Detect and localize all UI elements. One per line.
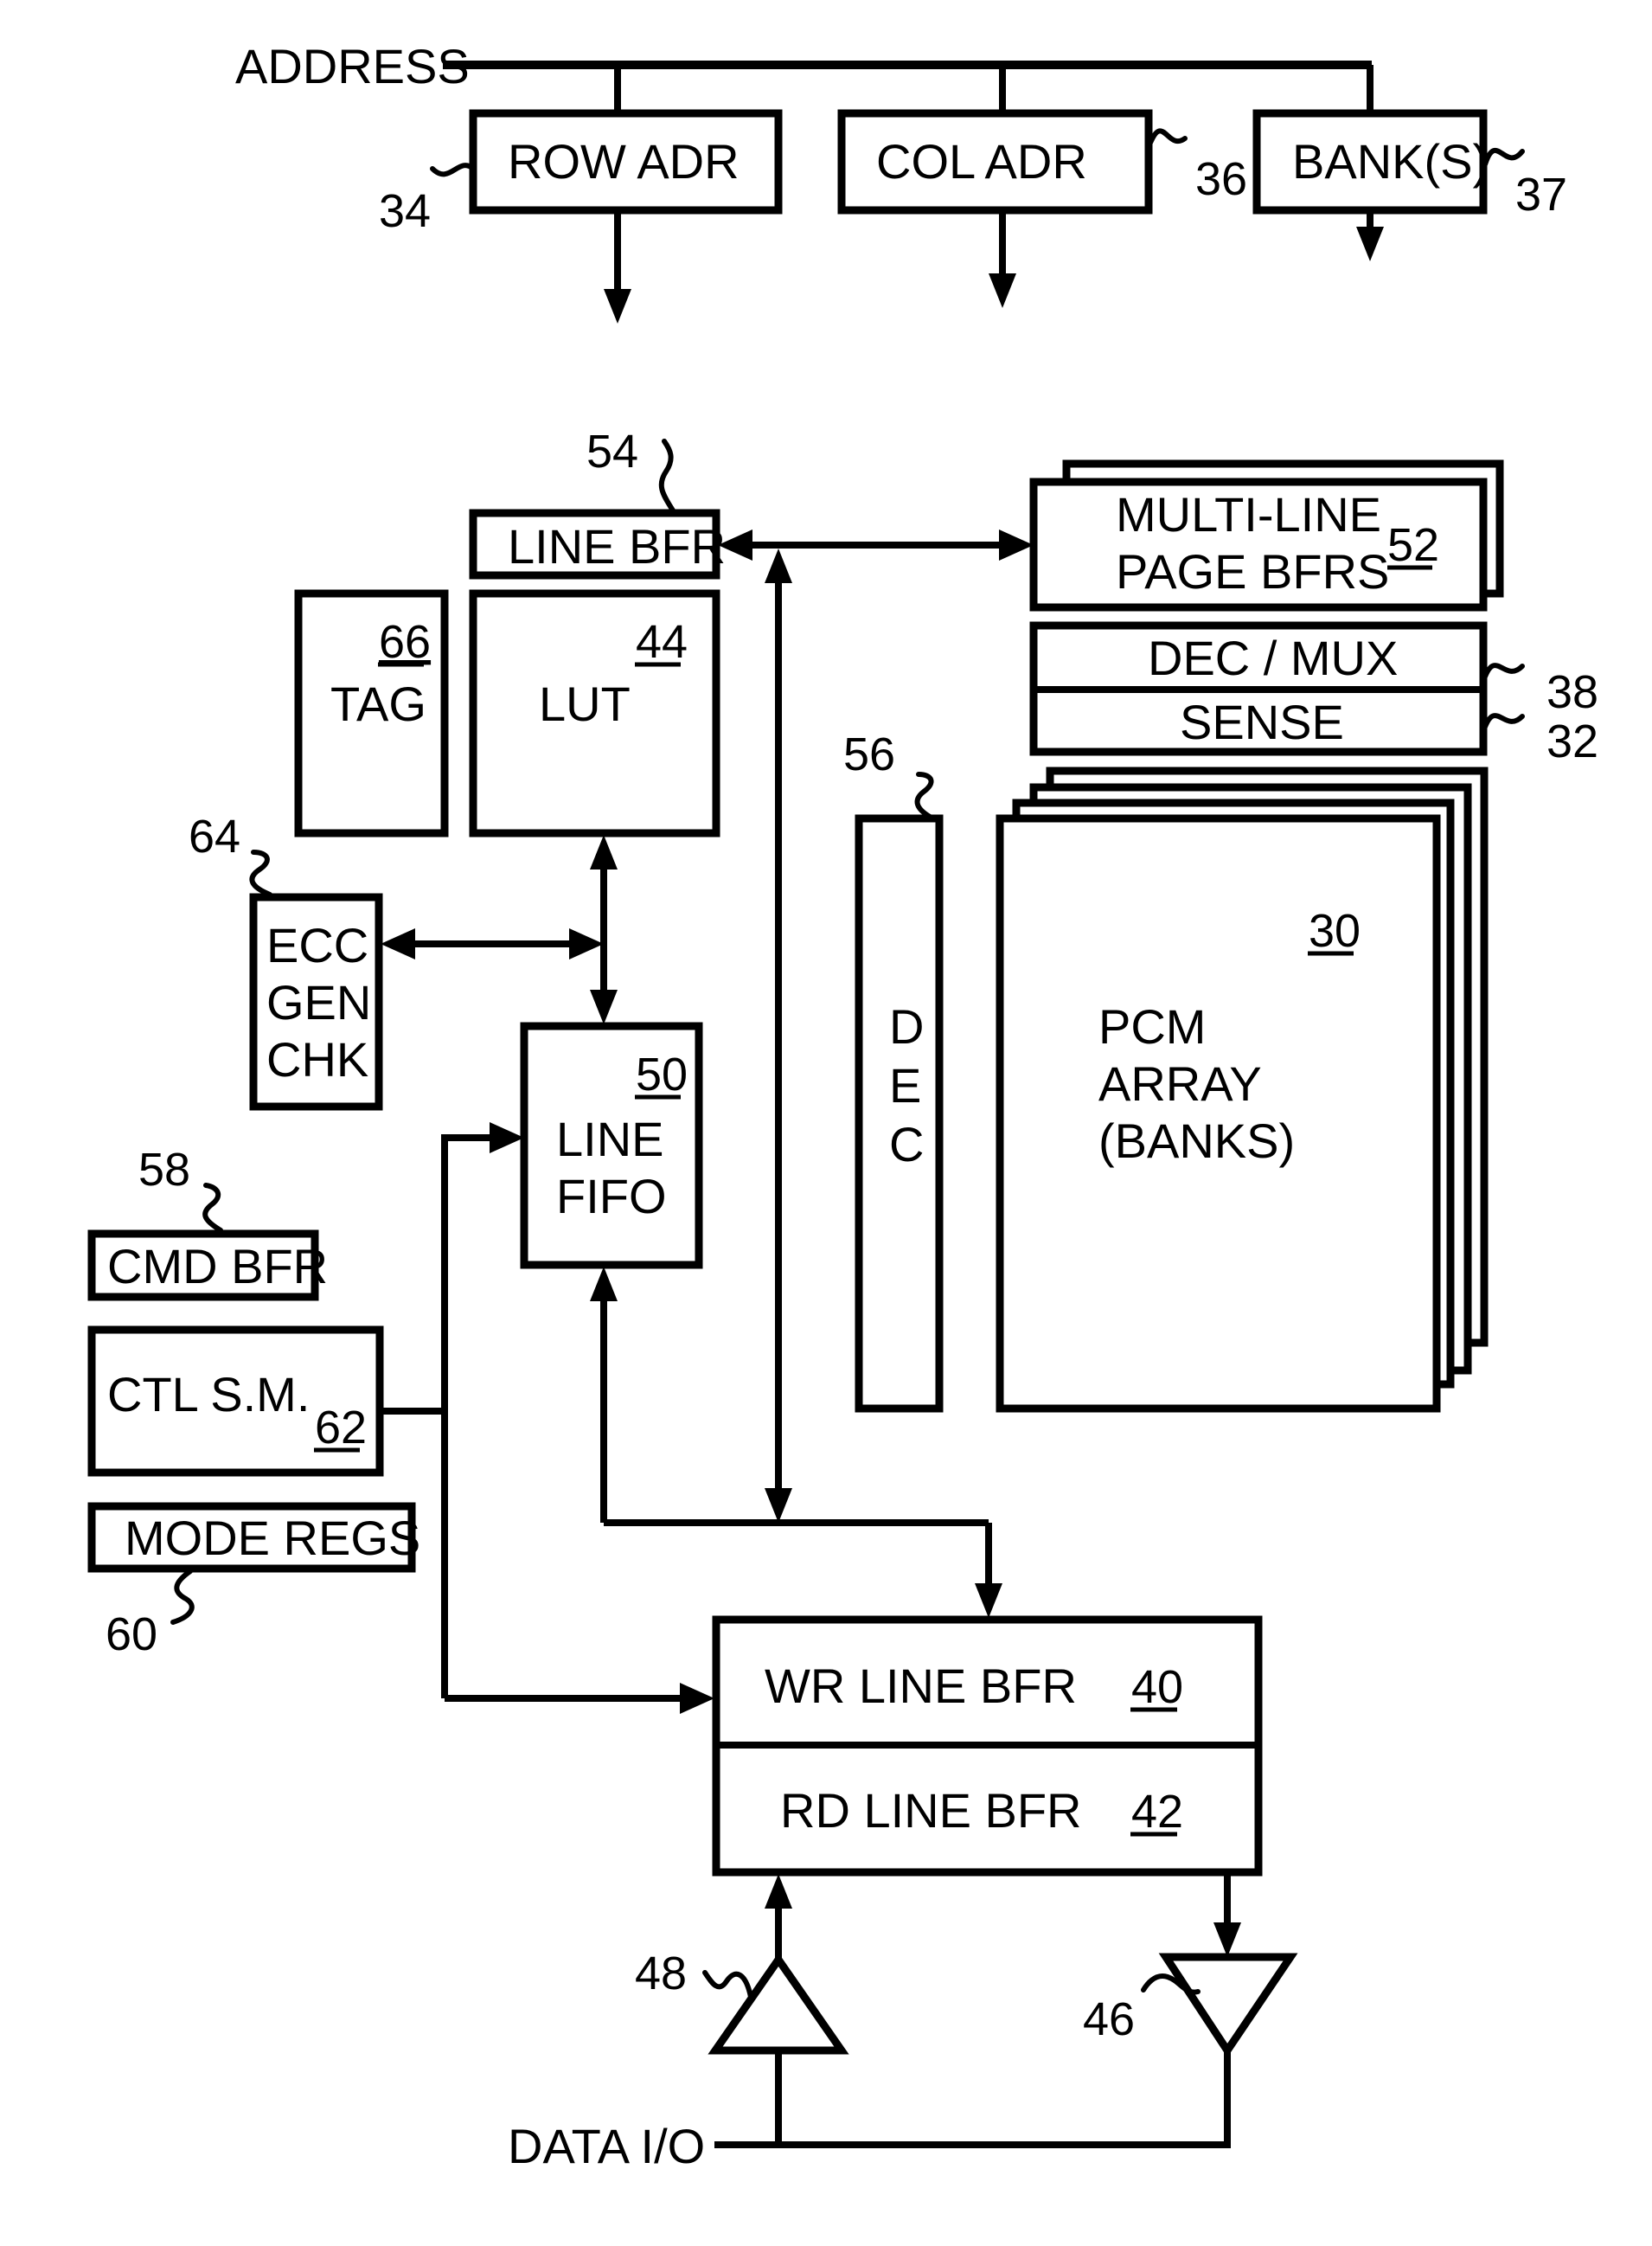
- col-adr-ref: 36: [1195, 153, 1247, 205]
- dec-mux-label: DEC / MUX: [1148, 631, 1398, 685]
- dec-mux-leader: [1482, 663, 1525, 679]
- trunk-up-arrow: [765, 549, 792, 583]
- ecc-right-arrow: [569, 928, 604, 959]
- page-bfr-label-line1: MULTI-LINE: [1116, 487, 1381, 542]
- rd-line-bfr-ref: 42: [1131, 1786, 1183, 1838]
- sense-ref: 32: [1546, 716, 1598, 767]
- tag-label: TAG: [330, 677, 426, 731]
- wr-line-bfr-label: WR LINE BFR: [765, 1659, 1077, 1713]
- row-adr-label: ROW ADR: [508, 134, 740, 189]
- sense-label: SENSE: [1180, 695, 1344, 749]
- pcm-array-label-line1: PCM: [1098, 999, 1206, 1054]
- cmd-bfr-ref: 58: [138, 1144, 190, 1196]
- mode-regs-ref: 60: [106, 1608, 157, 1660]
- ecc-left-arrow: [381, 928, 415, 959]
- ecc-ref: 64: [189, 811, 240, 863]
- input-driver-leader: [702, 1970, 753, 1999]
- ecc-label-line3: CHK: [266, 1032, 368, 1087]
- line-bfr-ref: 54: [586, 426, 638, 478]
- dec-ref: 56: [843, 728, 895, 780]
- cmd-bfr-leader: [202, 1183, 223, 1233]
- output-driver-ref: 46: [1083, 1993, 1135, 2045]
- output-buffer-triangle: [1158, 1953, 1298, 2058]
- pcm-memory-block-diagram: ADDRESS ROW ADR 34 COL ADR 36 BANK(S) 37…: [87, 39, 1598, 2173]
- row-adr-leader: [430, 163, 476, 177]
- trunk-down-arrow: [765, 1488, 792, 1523]
- line-bfr-leader: [658, 439, 676, 513]
- dec-letter-d: D: [889, 999, 924, 1054]
- ecc-label-line2: GEN: [266, 975, 371, 1030]
- input-driver-ref: 48: [635, 1948, 687, 1999]
- ctl-sm-ref: 62: [315, 1402, 367, 1453]
- wr-line-bfr-ref: 40: [1131, 1661, 1183, 1713]
- rd-line-bfr-label: RD LINE BFR: [780, 1783, 1082, 1838]
- pcm-array-ref: 30: [1309, 905, 1361, 957]
- row-adr-ref: 34: [379, 185, 431, 237]
- address-label: ADDRESS: [235, 39, 470, 93]
- dec-leader: [914, 772, 934, 819]
- dec-mux-ref: 38: [1546, 666, 1598, 718]
- line-fifo-label-line2: FIFO: [556, 1169, 667, 1223]
- sense-leader: [1482, 713, 1525, 729]
- ctl-sm-label: CTL S.M.: [107, 1367, 310, 1421]
- line-fifo-label-line1: LINE: [556, 1112, 664, 1166]
- dec-block: [855, 814, 944, 1413]
- ctl-wr-arrow: [680, 1683, 714, 1714]
- col-adr-output-arrow: [989, 273, 1016, 308]
- col-adr-leader: [1148, 128, 1188, 145]
- mode-regs-leader: [170, 1569, 195, 1625]
- ecc-label-line1: ECC: [266, 918, 368, 972]
- fifo-down-arrow: [590, 990, 618, 1024]
- dec-letter-c: C: [889, 1117, 924, 1171]
- input-driver-up-arrow: [765, 1874, 792, 1909]
- col-adr-label: COL ADR: [876, 134, 1087, 189]
- line-fifo-ref: 50: [636, 1049, 688, 1101]
- row-adr-output-arrow: [604, 289, 631, 324]
- ctl-distribution-wire: [441, 1134, 493, 1698]
- lut-up-arrow: [590, 835, 618, 870]
- output-driver-down-arrow: [1213, 1922, 1241, 1957]
- line-bfr-label: LINE BFR: [508, 519, 726, 574]
- fifo-up-arrow: [590, 1267, 618, 1301]
- cmd-bfr-label: CMD BFR: [107, 1239, 328, 1293]
- pcm-array-label-line2: ARRAY: [1098, 1056, 1262, 1111]
- banks-leader: [1482, 147, 1525, 167]
- page-bfr-label-line2: PAGE BFRS: [1116, 544, 1389, 599]
- mode-regs-label: MODE REGS: [125, 1511, 420, 1565]
- lut-label: LUT: [539, 677, 631, 731]
- tag-ref: 66: [379, 616, 431, 668]
- lut-ref: 44: [636, 616, 688, 668]
- dec-letter-e: E: [889, 1058, 921, 1113]
- data-io-label: DATA I/O: [508, 2119, 705, 2173]
- page-bfr-ref: 52: [1387, 519, 1439, 571]
- ctl-fifo-arrow: [490, 1122, 524, 1153]
- page-bfr-arrow: [999, 529, 1034, 561]
- banks-output-arrow: [1356, 227, 1384, 261]
- ecc-leader: [249, 850, 272, 897]
- wr-top-arrow: [975, 1583, 1002, 1618]
- banks-label: BANK(S): [1292, 134, 1489, 189]
- pcm-array-label-line3: (BANKS): [1098, 1113, 1295, 1168]
- banks-ref: 37: [1515, 169, 1567, 221]
